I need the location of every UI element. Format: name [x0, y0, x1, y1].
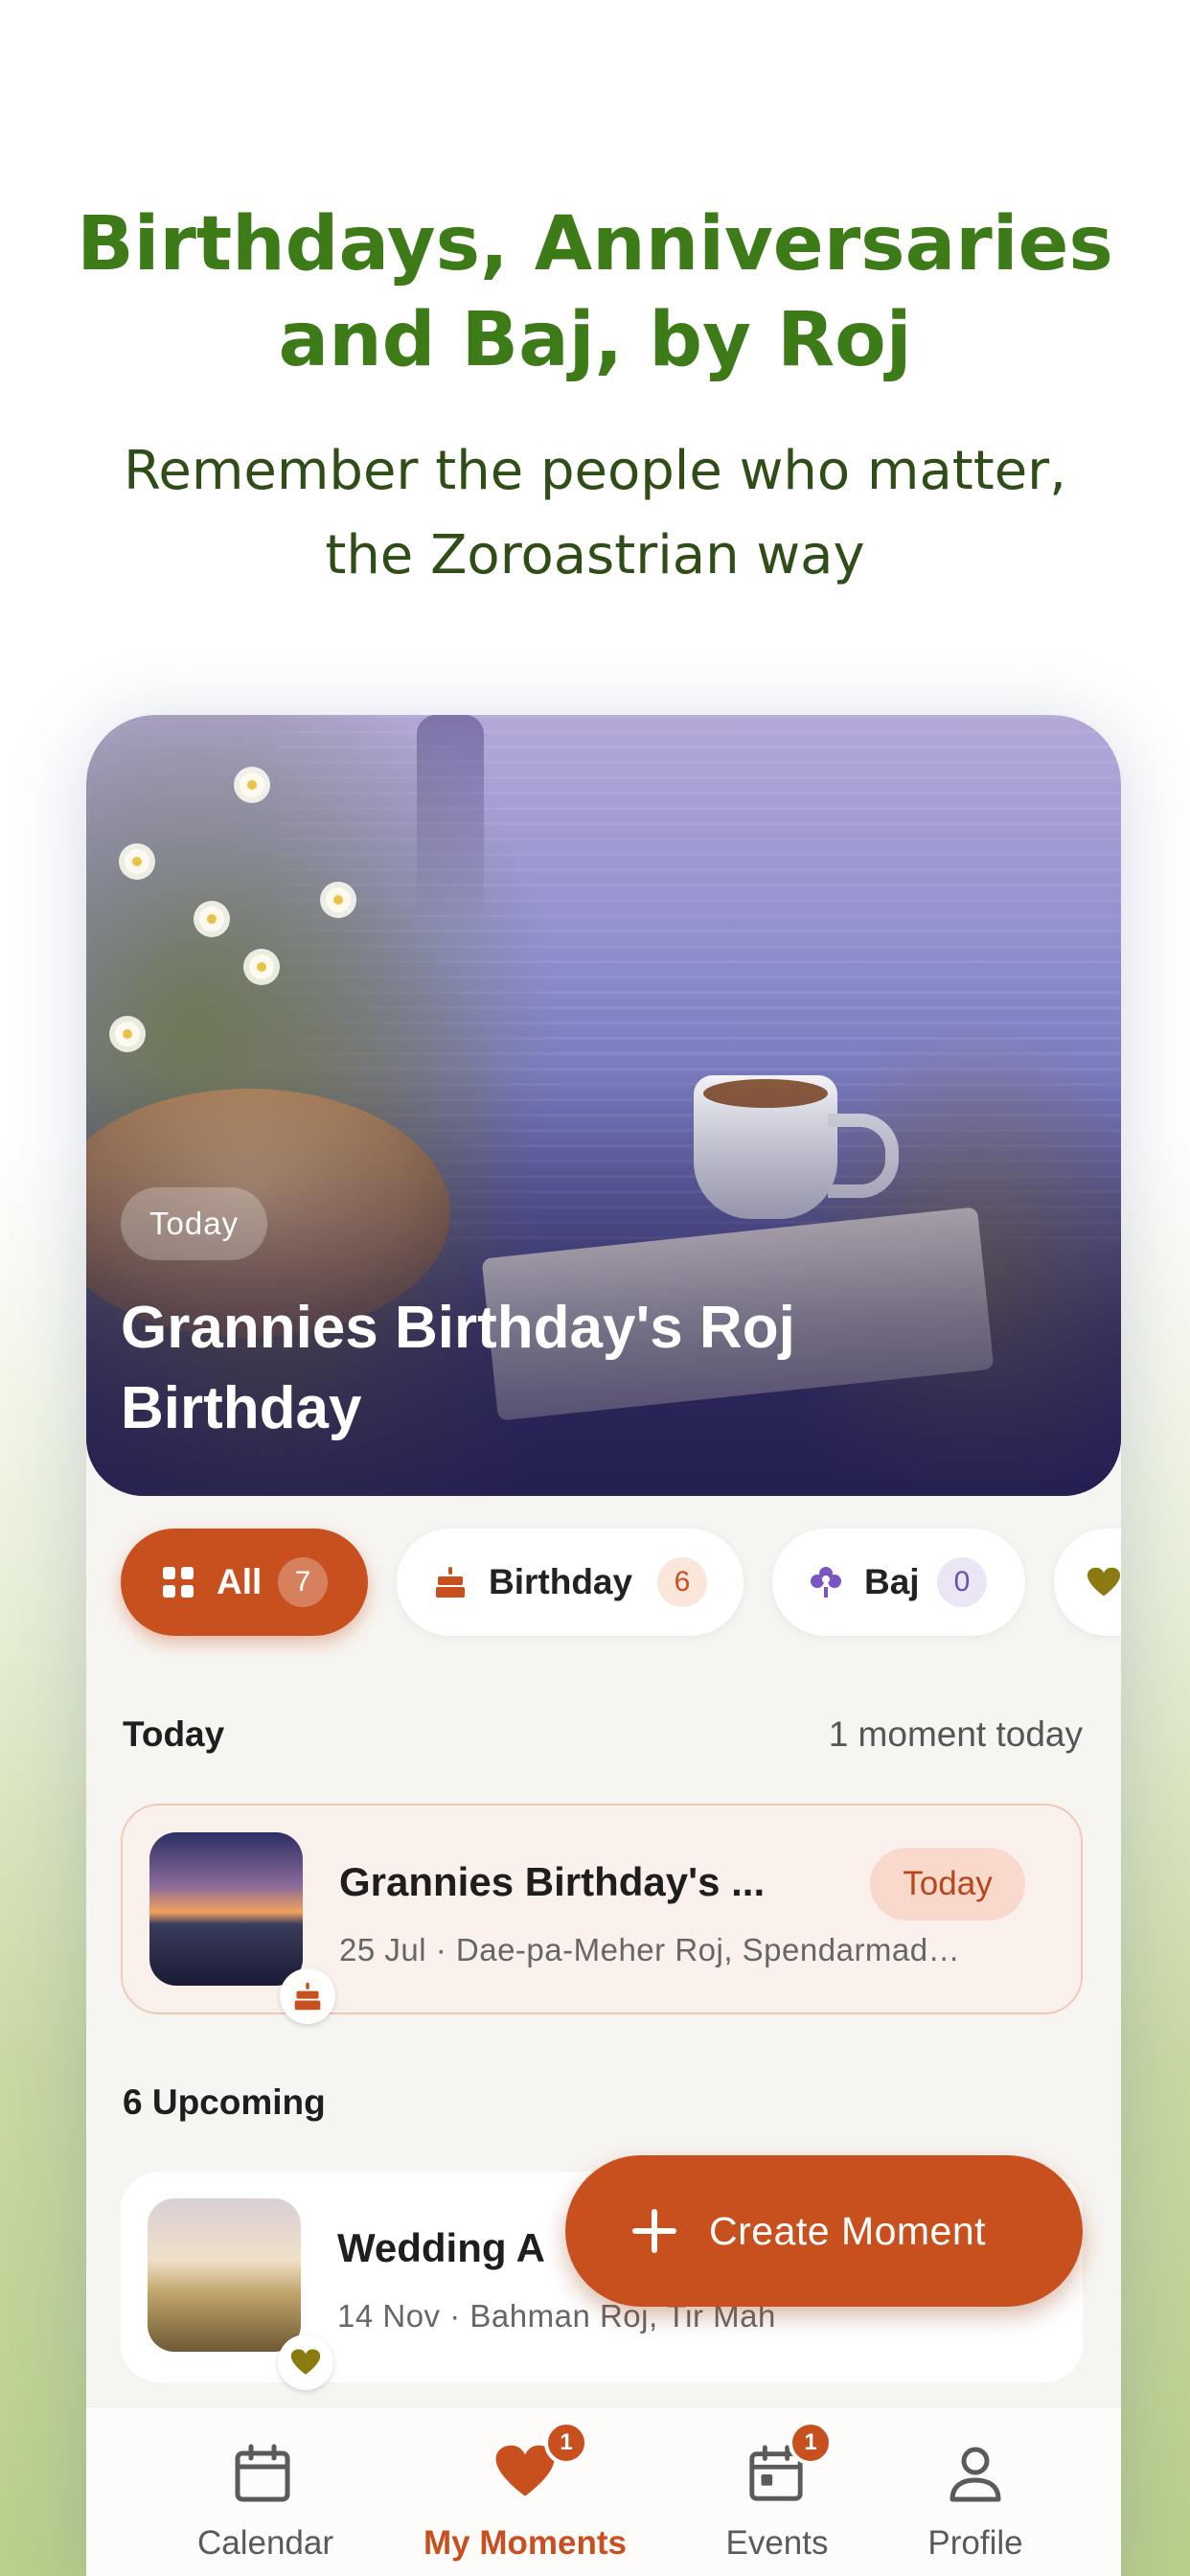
- filter-count: 6: [657, 1557, 707, 1607]
- promo-title-line2: and Baj, by Roj: [278, 297, 912, 383]
- filter-chip-birthday[interactable]: Birthday 6: [397, 1529, 744, 1636]
- cake-icon: [436, 1567, 465, 1598]
- tab-label: Calendar: [196, 2524, 334, 2562]
- tab-label: Events: [725, 2524, 829, 2562]
- moment-title: Wedding A: [337, 2225, 545, 2270]
- filter-chip-baj[interactable]: Baj 0: [772, 1529, 1025, 1636]
- heart-icon: [1087, 1567, 1121, 1597]
- moment-card-today[interactable]: Grannies Birthday's ... 25 Jul · Dae-pa-…: [121, 1804, 1083, 2024]
- filter-count: 7: [278, 1557, 328, 1607]
- plus-icon: [632, 2209, 676, 2253]
- promo-subtitle-line1: Remember the people who matter,: [124, 440, 1066, 502]
- tab-my-moments[interactable]: 1 My Moments: [410, 2407, 640, 2576]
- cake-icon: [294, 1982, 321, 2011]
- calendar-icon: [235, 2444, 290, 2502]
- tab-label: Profile: [927, 2524, 1023, 2562]
- filter-chip-all[interactable]: All 7: [121, 1529, 368, 1636]
- moment-thumbnail: [148, 2198, 301, 2352]
- promo-subtitle-line2: the Zoroastrian way: [325, 524, 865, 586]
- hero-title: Grannies Birthday's Roj Birthday: [121, 1295, 795, 1441]
- filter-label: Birthday: [489, 1562, 633, 1601]
- bottom-tab-bar: Calendar 1 My Moments 1 Events Profile: [86, 2406, 1121, 2576]
- tab-calendar[interactable]: Calendar: [150, 2407, 380, 2576]
- person-icon: [950, 2447, 1001, 2502]
- filter-count: 0: [937, 1557, 987, 1607]
- create-moment-button[interactable]: Create Moment: [565, 2155, 1083, 2307]
- tab-events[interactable]: 1 Events: [662, 2407, 892, 2576]
- flower-icon: [811, 1567, 841, 1598]
- phone-screen: Today Grannies Birthday's Roj Birthday A…: [86, 715, 1121, 2576]
- today-pill: Today: [870, 1848, 1025, 1920]
- filter-chip-anniversary[interactable]: [1054, 1529, 1121, 1636]
- filter-label: Baj: [864, 1562, 920, 1601]
- promo-subtitle: Remember the people who matter, the Zoro…: [0, 429, 1190, 598]
- moment-title: Grannies Birthday's ...: [339, 1859, 766, 1904]
- tab-badge: 1: [544, 2421, 588, 2465]
- moment-type-badge: [278, 2334, 333, 2390]
- filter-chips: All 7 Birthday 6 Baj 0: [121, 1529, 1121, 1636]
- moment-thumbnail: [149, 1832, 303, 1986]
- heart-icon: [290, 2349, 321, 2375]
- create-moment-label: Create Moment: [709, 2209, 987, 2253]
- tab-badge: 1: [789, 2421, 833, 2465]
- hero-banner[interactable]: Today Grannies Birthday's Roj Birthday: [86, 715, 1121, 1496]
- promo-title: Birthdays, Anniversaries and Baj, by Roj: [0, 196, 1190, 388]
- moment-type-badge: [280, 1968, 335, 2024]
- section-heading-upcoming: 6 Upcoming: [123, 2082, 326, 2122]
- promo-title-line1: Birthdays, Anniversaries: [77, 201, 1113, 288]
- section-heading-today: Today: [123, 1714, 225, 1754]
- today-count-label: 1 moment today: [828, 1714, 1083, 1754]
- tab-profile[interactable]: Profile: [860, 2407, 1090, 2576]
- filter-label: All: [217, 1562, 263, 1601]
- grid-icon: [163, 1567, 194, 1598]
- moment-date: 25 Jul · Dae-pa-Meher Roj, Spendarmad…: [339, 1932, 961, 1967]
- tab-label: My Moments: [423, 2524, 627, 2562]
- hero-today-chip: Today: [121, 1187, 268, 1260]
